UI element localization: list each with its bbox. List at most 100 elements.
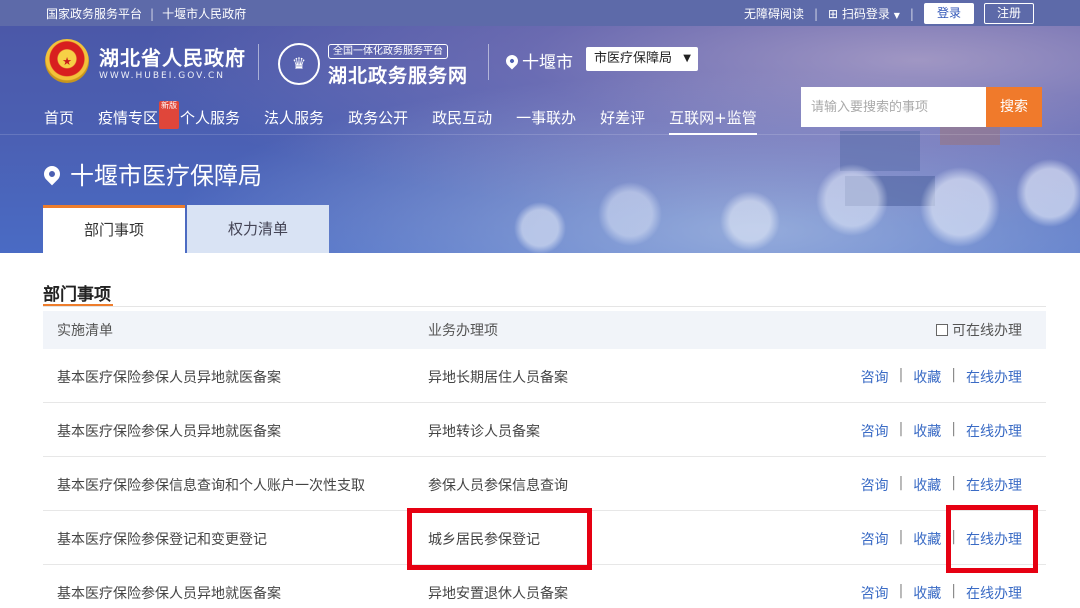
page-title: 十堰市医疗保障局 <box>40 156 262 191</box>
separator: | <box>898 367 904 383</box>
caret-down-icon: ▼ <box>683 53 691 64</box>
nav-personal-services[interactable]: 个人服务 <box>180 107 240 135</box>
separator: | <box>951 475 956 491</box>
nav-home[interactable]: 首页 <box>44 107 74 135</box>
dept-select[interactable]: 市医疗保障局 ▼ <box>586 47 698 71</box>
row-item-name[interactable]: 参保人员参保信息查询 <box>428 475 568 495</box>
highlight-box <box>407 508 592 570</box>
main-nav: 首页 疫情专区 新版 个人服务 法人服务 政务公开 政民互动 一事联办 好差评 … <box>44 101 781 135</box>
row-list-name: 基本医疗保险参保人员异地就医备案 <box>57 586 281 602</box>
online-handle-link[interactable]: 在线办理 <box>966 583 1022 603</box>
separator: | <box>951 583 956 599</box>
city-gov-link[interactable]: 十堰市人民政府 <box>162 5 246 22</box>
caret-down-icon: ▼ <box>893 11 900 20</box>
divider <box>488 44 489 80</box>
row-actions: 咨询 | 收藏 | 在线办理 <box>861 475 1022 495</box>
favorite-link[interactable]: 收藏 <box>913 475 941 495</box>
consult-link[interactable]: 咨询 <box>861 475 889 495</box>
scan-login-link[interactable]: ⊞ 扫码登录 ▼ <box>828 5 900 22</box>
location-pin-icon <box>503 52 521 69</box>
register-button[interactable]: 注册 <box>983 3 1034 24</box>
separator: | <box>909 6 914 21</box>
section-title: 部门事项 <box>43 280 113 307</box>
favorite-link[interactable]: 收藏 <box>913 583 941 603</box>
separator: | <box>813 6 819 21</box>
nav-divider <box>0 134 1080 135</box>
nav-internet-supervision[interactable]: 互联网+监管 <box>669 107 757 135</box>
header-item: 业务办理项 <box>428 323 498 339</box>
favorite-link[interactable]: 收藏 <box>913 367 941 387</box>
platform-logo[interactable]: ♛ 全国一体化政务服务平台 湖北政务服务网 <box>278 39 468 88</box>
row-item-name[interactable]: 异地长期居住人员备案 <box>428 367 568 387</box>
row-actions: 咨询 | 收藏 | 在线办理 <box>861 583 1022 603</box>
city-switcher[interactable]: 十堰市 <box>503 48 573 73</box>
tab-power-list[interactable]: 权力清单 <box>187 205 329 253</box>
online-handle-link[interactable]: 在线办理 <box>966 421 1022 441</box>
hero-banner: ★ 湖北省人民政府 WWW.HUBEI.GOV.CN ♛ 全国一体化政务服务平台… <box>0 26 1080 253</box>
nav-epidemic[interactable]: 疫情专区 <box>98 107 158 135</box>
qr-code-icon: ⊞ <box>828 7 839 21</box>
separator: | <box>951 367 956 383</box>
favorite-link[interactable]: 收藏 <box>913 529 941 549</box>
separator: | <box>898 475 904 491</box>
separator: | <box>898 421 904 437</box>
page-title-text: 十堰市医疗保障局 <box>70 162 262 190</box>
city-name: 十堰市 <box>522 53 573 73</box>
gov-url: WWW.HUBEI.GOV.CN <box>99 70 226 81</box>
online-handle-link[interactable]: 在线办理 <box>966 367 1022 387</box>
section-title-text: 部门事项 <box>43 285 111 305</box>
consult-link[interactable]: 咨询 <box>861 421 889 441</box>
row-list-name: 基本医疗保险参保人员异地就医备案 <box>57 424 281 440</box>
table-row: 基本医疗保险参保信息查询和个人账户一次性支取 参保人员参保信息查询 咨询 | 收… <box>43 457 1046 511</box>
location-pin-icon <box>40 162 64 185</box>
tab-dept-items[interactable]: 部门事项 <box>43 205 185 253</box>
table-row: 基本医疗保险参保人员异地就医备案 异地安置退休人员备案 咨询 | 收藏 | 在线… <box>43 565 1046 608</box>
separator: | <box>951 421 956 437</box>
nav-rating[interactable]: 好差评 <box>600 107 645 135</box>
login-button[interactable]: 登录 <box>923 3 974 24</box>
separator: | <box>898 529 904 545</box>
online-filter-checkbox[interactable] <box>936 324 948 336</box>
accessibility-link[interactable]: 无障碍阅读 <box>744 5 804 22</box>
national-emblem-icon: ★ <box>45 39 89 83</box>
gov-name: 湖北省人民政府 <box>99 45 246 70</box>
online-filter[interactable]: 可在线办理 <box>936 320 1022 340</box>
section-divider <box>43 306 1046 307</box>
table-header: 实施清单 业务办理项 可在线办理 <box>43 311 1046 349</box>
nav-interaction[interactable]: 政民互动 <box>432 107 492 135</box>
search-button[interactable]: 搜索 <box>986 87 1042 127</box>
row-list-name: 基本医疗保险参保人员异地就医备案 <box>57 370 281 386</box>
top-utility-bar: 国家政务服务平台 | 十堰市人民政府 无障碍阅读 | ⊞ 扫码登录 ▼ | 登录… <box>0 0 1080 26</box>
nav-gov-affairs[interactable]: 政务公开 <box>348 107 408 135</box>
platform-emblem-icon: ♛ <box>278 42 320 85</box>
row-list-name: 基本医疗保险参保登记和变更登记 <box>57 532 267 548</box>
row-actions: 咨询 | 收藏 | 在线办理 <box>861 367 1022 387</box>
national-platform-link[interactable]: 国家政务服务平台 <box>46 5 142 22</box>
highlight-box <box>946 505 1038 573</box>
row-actions: 咨询 | 收藏 | 在线办理 <box>861 421 1022 441</box>
separator: | <box>898 583 904 599</box>
dept-select-value: 市医疗保障局 <box>594 51 673 66</box>
platform-badge: 全国一体化政务服务平台 <box>328 44 448 59</box>
dept-tabs: 部门事项 权力清单 <box>43 205 329 253</box>
header-list: 实施清单 <box>57 323 113 339</box>
consult-link[interactable]: 咨询 <box>861 367 889 387</box>
row-list-name: 基本医疗保险参保信息查询和个人账户一次性支取 <box>57 478 365 494</box>
consult-link[interactable]: 咨询 <box>861 583 889 603</box>
online-filter-label: 可在线办理 <box>952 323 1022 339</box>
consult-link[interactable]: 咨询 <box>861 529 889 549</box>
search-input[interactable] <box>801 87 986 127</box>
nav-one-stop[interactable]: 一事联办 <box>516 107 576 135</box>
favorite-link[interactable]: 收藏 <box>913 421 941 441</box>
separator: | <box>150 6 155 21</box>
hubei-gov-logo[interactable]: ★ 湖北省人民政府 WWW.HUBEI.GOV.CN <box>45 39 246 83</box>
divider <box>258 44 259 80</box>
table-row: 基本医疗保险参保人员异地就医备案 异地转诊人员备案 咨询 | 收藏 | 在线办理 <box>43 403 1046 457</box>
search-box: 搜索 <box>801 87 1042 127</box>
online-handle-link[interactable]: 在线办理 <box>966 475 1022 495</box>
new-badge: 新版 <box>159 101 180 129</box>
scan-login-label: 扫码登录 <box>841 7 890 21</box>
row-item-name[interactable]: 异地转诊人员备案 <box>428 421 540 441</box>
row-item-name[interactable]: 异地安置退休人员备案 <box>428 583 568 603</box>
nav-legal-person-services[interactable]: 法人服务 <box>264 107 324 135</box>
